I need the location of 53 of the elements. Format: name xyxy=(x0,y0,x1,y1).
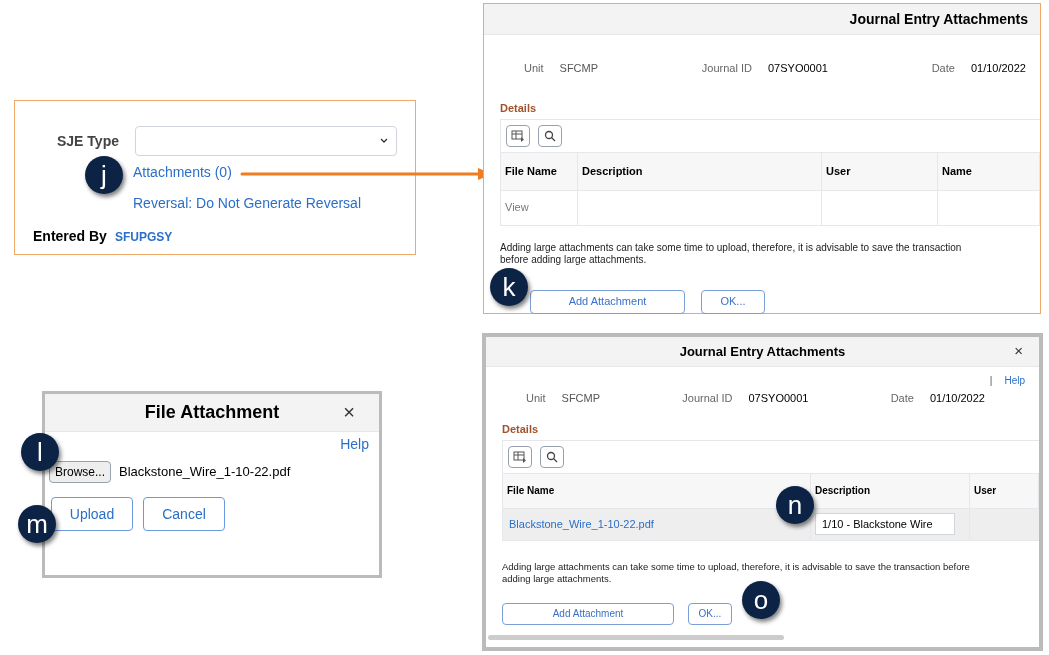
field-value: 01/10/2022 xyxy=(929,391,985,406)
field-label: Journal ID xyxy=(682,391,733,406)
field-label: Unit xyxy=(524,61,544,76)
chevron-down-icon xyxy=(380,138,388,144)
section-title: Details xyxy=(500,101,537,114)
dialog-title: File Attachment xyxy=(144,401,280,424)
description-field[interactable]: 1/10 - Blackstone Wire xyxy=(815,513,955,535)
ok-button[interactable]: OK... xyxy=(701,289,765,314)
grid-view-button[interactable] xyxy=(506,124,530,147)
close-button[interactable]: × xyxy=(1014,343,1023,358)
table-icon xyxy=(513,450,527,463)
search-icon xyxy=(546,450,558,463)
section-title: Details xyxy=(502,422,539,435)
field-value: SFCMP xyxy=(559,61,599,76)
column-header: Name xyxy=(938,151,1040,190)
column-header: User xyxy=(822,151,938,190)
pipe-divider-text: | xyxy=(989,374,993,388)
column-header: Description xyxy=(811,472,970,508)
ok-button[interactable]: OK... xyxy=(688,602,732,625)
field-label: Date xyxy=(890,391,914,406)
field-value: 01/10/2022 xyxy=(970,61,1026,76)
search-button[interactable] xyxy=(538,124,562,147)
search-button[interactable] xyxy=(540,445,564,468)
browse-button[interactable]: Browse... xyxy=(49,461,111,483)
table-icon xyxy=(511,129,525,142)
selected-file-name: Blackstone_Wire_1-10-22.pdf xyxy=(119,463,291,482)
panel-title: Journal Entry Attachments xyxy=(849,9,1028,29)
dialog-title: Journal Entry Attachments xyxy=(679,342,846,361)
add-attachment-button[interactable]: Add Attachment xyxy=(530,289,685,314)
field-label: SJE Type xyxy=(57,131,119,151)
field-label: Date xyxy=(931,61,955,76)
table-cell: View xyxy=(501,189,578,225)
column-header: User xyxy=(970,472,1039,508)
attachments-link[interactable]: Attachments (0) xyxy=(133,162,415,183)
field-label: Entered By xyxy=(33,227,107,246)
search-icon xyxy=(544,129,556,142)
reversal-link[interactable]: Reversal: Do Not Generate Reversal xyxy=(133,193,415,214)
field-value: SFUPGSY xyxy=(114,228,173,246)
column-header: Description xyxy=(578,151,822,190)
field-label: Unit xyxy=(526,391,546,406)
upload-note: Adding large attachments can take some time to upload, therefore, it is advisable to save the transaction before adding large attachments. xyxy=(500,241,963,266)
cancel-button[interactable]: Cancel xyxy=(143,497,225,531)
callout-marker: m xyxy=(18,505,56,543)
field-value: 07SYO0001 xyxy=(767,61,828,76)
close-button[interactable]: × xyxy=(343,402,355,422)
help-link[interactable]: Help xyxy=(340,434,369,455)
help-link[interactable]: Help xyxy=(1004,373,1025,388)
add-attachment-button[interactable]: Add Attachment xyxy=(502,602,674,625)
field-value: SFCMP xyxy=(561,391,601,406)
field-value: 07SYO0001 xyxy=(748,391,809,406)
grid-view-button[interactable] xyxy=(508,445,532,468)
column-header: File Name xyxy=(501,151,578,190)
field-label: Journal ID xyxy=(701,61,752,76)
